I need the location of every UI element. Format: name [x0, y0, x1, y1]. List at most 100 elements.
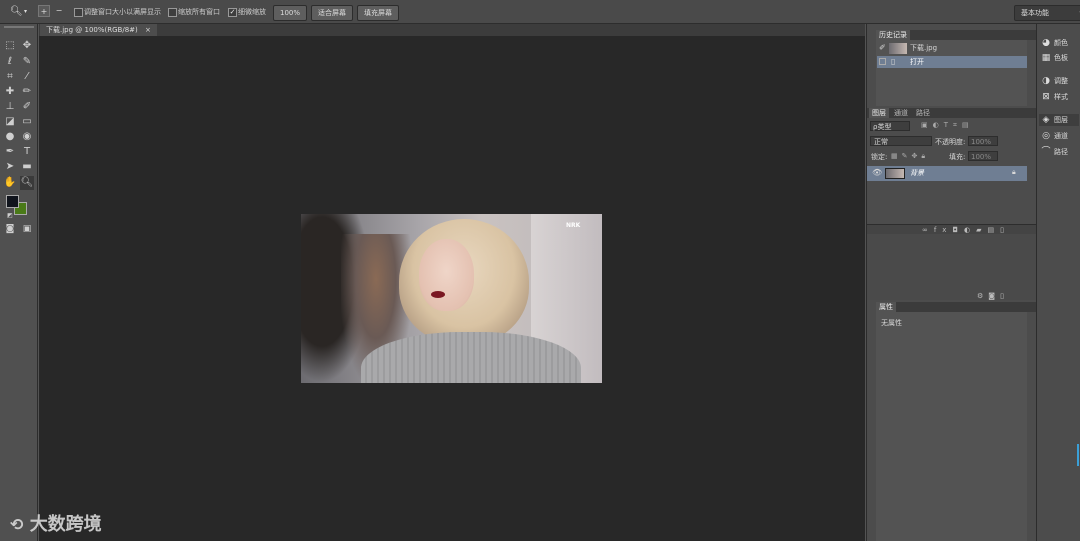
history-panel-header: 历史记录: [876, 30, 1036, 40]
workspace-label: 基本功能: [1021, 9, 1049, 17]
blend-mode-label: 正常: [874, 138, 888, 146]
path-selection-tool-icon[interactable]: ➤: [3, 160, 17, 174]
eyedropper-tool-icon[interactable]: ⁄: [20, 70, 34, 84]
toolbar-grip[interactable]: [4, 26, 34, 28]
lock-icon: 🔒︎: [1012, 168, 1016, 176]
channels-icon: ◎: [1042, 131, 1050, 141]
document-tab[interactable]: 下载.jpg @ 100%(RGB/8#) ×: [40, 24, 157, 36]
collapsed-panels: ◕ 颜色 ▦ 色板 ◑ 调整 ⊠ 样式 ◈ 图层 ◎ 通道 ⌒ 路径: [1036, 24, 1080, 541]
layers-footer-bar: ∞fx◘◐▰▤▯: [867, 224, 1037, 234]
zoom-tool-icon[interactable]: 🔍︎: [10, 6, 23, 17]
document-icon: ▯: [891, 57, 896, 66]
opacity-field[interactable]: 100%: [968, 136, 998, 146]
zoom-all-windows-checkbox[interactable]: [168, 8, 177, 17]
image-logo: NRK: [566, 222, 581, 229]
adjustments-icon: ◑: [1042, 76, 1050, 86]
clone-stamp-tool-icon[interactable]: ⊥: [3, 100, 17, 114]
history-state-row[interactable]: ▯ 打开: [877, 56, 1027, 68]
fit-screen-button[interactable]: 适合屏幕: [311, 5, 353, 21]
pen-tool-icon[interactable]: ✒: [3, 145, 17, 159]
workspace-select[interactable]: 基本功能 ▾: [1014, 5, 1080, 21]
actual-pixels-button[interactable]: 100%: [273, 5, 308, 21]
resize-windows-label: 调整窗口大小以满屏显示: [84, 8, 161, 16]
opacity-value: 100%: [971, 138, 992, 146]
panel-button-adjustments[interactable]: ◑ 调整: [1041, 75, 1068, 87]
close-tab-icon[interactable]: ×: [145, 26, 151, 34]
channels-footer-icons[interactable]: ⚙◙▯: [977, 292, 1009, 300]
blend-mode-select[interactable]: 正常: [870, 136, 932, 146]
rectangle-tool-icon[interactable]: ▬: [20, 160, 34, 174]
scrubby-zoom-label: 细微缩放: [238, 8, 266, 16]
history-state-label: 打开: [910, 58, 924, 66]
document-tab-title: 下载.jpg @ 100%(RGB/8#): [46, 26, 138, 34]
history-state-checkbox[interactable]: [879, 58, 886, 65]
foreground-color-swatch[interactable]: [6, 195, 19, 208]
subject-lips: [431, 291, 445, 298]
snapshot-thumbnail: [889, 43, 907, 54]
healing-brush-tool-icon[interactable]: ✚: [3, 85, 17, 99]
zoom-in-icon[interactable]: +: [38, 5, 50, 17]
panel-button-color[interactable]: ◕ 颜色: [1041, 37, 1068, 49]
properties-panel: 无属性: [876, 312, 1027, 541]
visibility-eye-icon[interactable]: 👁︎: [872, 168, 882, 177]
fill-field[interactable]: 100%: [968, 151, 998, 161]
zoom-all-windows-label: 缩放所有窗口: [178, 8, 220, 16]
panel-button-swatches[interactable]: ▦ 色板: [1041, 52, 1068, 64]
screen-mode-icon[interactable]: ▣: [20, 222, 34, 236]
document-tab-bar: [39, 24, 865, 36]
lock-icons[interactable]: ▦✎✥🔒︎: [891, 152, 929, 161]
properties-content: 无属性: [881, 319, 902, 327]
lock-label: 锁定:: [871, 153, 888, 161]
zoom-out-icon[interactable]: −: [53, 5, 65, 17]
document-image: NRK: [301, 214, 602, 383]
layer-filter-label: ρ类型: [873, 123, 892, 131]
opacity-label: 不透明度:: [935, 138, 966, 146]
color-icon: ◕: [1042, 38, 1050, 48]
panel-button-channels[interactable]: ◎ 通道: [1041, 130, 1068, 142]
crop-tool-icon[interactable]: ⌗: [3, 70, 17, 84]
fill-value: 100%: [971, 153, 992, 161]
lasso-tool-icon[interactable]: ℓ: [3, 55, 17, 69]
panel-button-layers[interactable]: ◈ 图层: [1039, 114, 1079, 126]
paths-icon: ⌒: [1041, 147, 1051, 157]
dodge-tool-icon[interactable]: ◉: [20, 130, 34, 144]
default-colors-icon[interactable]: ◩: [3, 209, 17, 223]
history-brush-source-icon[interactable]: ✐: [879, 43, 886, 52]
layer-filter-icons[interactable]: ▣◐T⌗▤: [921, 121, 974, 130]
move-tool-icon[interactable]: ✥: [20, 39, 34, 53]
scroll-indicator[interactable]: [1077, 444, 1079, 466]
layers-panel-header: 图层 通道 路径: [867, 108, 1036, 118]
snapshot-name: 下载.jpg: [910, 44, 938, 52]
quick-selection-tool-icon[interactable]: ✎: [20, 55, 34, 69]
dropdown-arrow-icon[interactable]: ▾: [24, 8, 27, 15]
scrubby-zoom-checkbox[interactable]: ✓: [228, 8, 237, 17]
hand-tool-icon[interactable]: ✋: [3, 176, 17, 190]
eraser-tool-icon[interactable]: ◪: [3, 115, 17, 129]
layer-row-background[interactable]: 👁︎ 背景 🔒︎: [867, 166, 1027, 181]
zoom-tool-selected-icon[interactable]: 🔍︎: [20, 176, 34, 190]
panel-button-styles[interactable]: ⊠ 样式: [1041, 91, 1068, 103]
fill-label: 填充:: [949, 153, 966, 161]
resize-windows-checkbox[interactable]: [74, 8, 83, 17]
swatches-icon: ▦: [1041, 53, 1051, 63]
panel-button-paths[interactable]: ⌒ 路径: [1041, 146, 1068, 158]
layer-filter-select[interactable]: ρ类型: [870, 121, 910, 131]
history-snapshot-row[interactable]: ✐ 下载.jpg: [877, 42, 1027, 55]
brush-tool-icon[interactable]: ✏: [20, 85, 34, 99]
properties-tab[interactable]: 属性: [876, 302, 896, 312]
paths-tab[interactable]: 路径: [913, 108, 933, 118]
quick-mask-icon[interactable]: ◙: [3, 222, 17, 236]
channels-tab[interactable]: 通道: [891, 108, 911, 118]
layers-tab[interactable]: 图层: [869, 108, 889, 118]
blur-tool-icon[interactable]: ●: [3, 130, 17, 144]
fill-screen-button[interactable]: 填充屏幕: [357, 5, 399, 21]
watermark: ⟲ 大数跨境: [10, 514, 102, 535]
subject-face: [419, 239, 474, 311]
type-tool-icon[interactable]: T: [20, 145, 34, 159]
properties-panel-header: 属性: [876, 302, 1036, 312]
marquee-tool-icon[interactable]: ⬚: [3, 39, 17, 53]
history-brush-tool-icon[interactable]: ✐: [20, 100, 34, 114]
gradient-tool-icon[interactable]: ▭: [20, 115, 34, 129]
history-tab[interactable]: 历史记录: [876, 30, 910, 40]
hidden-panel-area: ⚙◙▯: [867, 234, 1037, 300]
